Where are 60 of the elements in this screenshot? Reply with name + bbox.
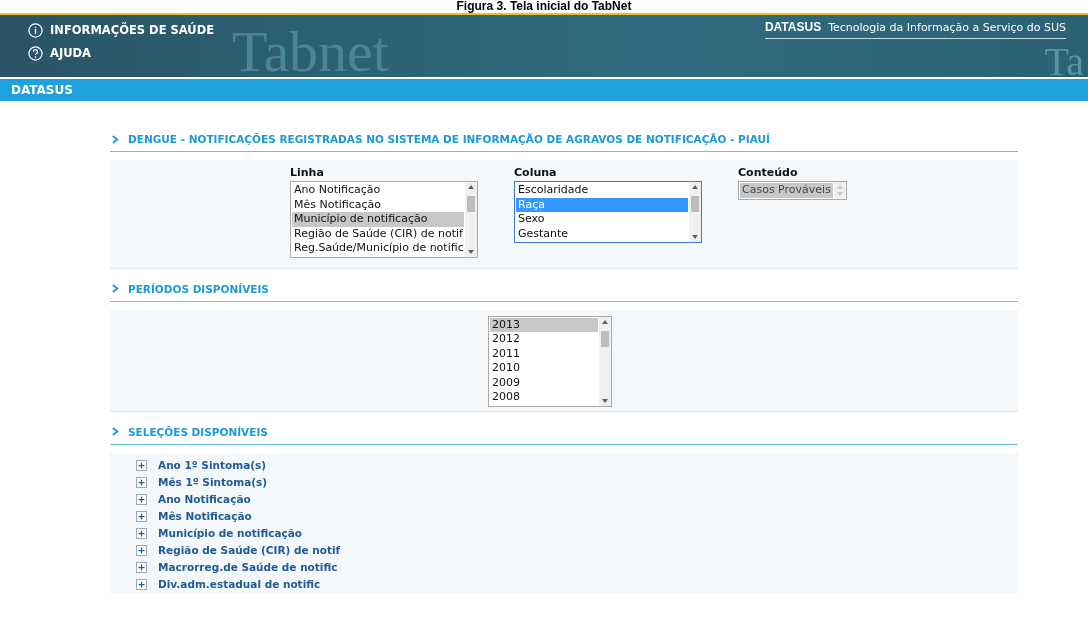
tree-item[interactable]: Região de Saúde (CIR) de notif	[158, 544, 341, 556]
menu-link[interactable]: INFORMAÇÕES DE SAÚDE	[28, 22, 215, 39]
tree-item[interactable]: Município de notificação	[158, 527, 303, 539]
tree-item[interactable]: Mês Notificação	[158, 510, 252, 522]
scroll-up-icon[interactable]	[467, 184, 475, 190]
list-option[interactable]: 2008	[490, 390, 598, 405]
list-option[interactable]: Município de notificação	[292, 212, 464, 227]
list-option[interactable]: Gestante	[516, 226, 688, 241]
tree-item[interactable]: Macrorreg.de Saúde de notific	[158, 561, 338, 573]
help-icon	[28, 46, 43, 61]
scroll-thumb[interactable]	[467, 196, 475, 212]
expand-icon[interactable]	[136, 510, 147, 522]
list-option[interactable]: Mês Notificação	[292, 197, 464, 212]
list-label: Conteúdo	[738, 166, 799, 179]
expand-icon[interactable]	[136, 578, 147, 590]
list-label: Coluna	[514, 166, 558, 179]
list-option[interactable]: Escolaridade	[516, 183, 688, 198]
expand-icon[interactable]	[136, 561, 147, 573]
chevron-icon	[112, 427, 119, 436]
scroll-thumb[interactable]	[601, 330, 609, 347]
tagline: Tecnologia da Informação a Serviço do SUS	[828, 21, 1066, 34]
list-box[interactable]: Escolaridade Raça Sexo Gestante	[514, 181, 702, 243]
info-icon	[28, 23, 43, 38]
expand-icon[interactable]	[136, 459, 147, 471]
list-option[interactable]: Ano Notificação	[292, 183, 464, 198]
scroll-thumb[interactable]	[691, 196, 699, 212]
tree-item[interactable]: Ano 1º Sintoma(s)	[158, 459, 267, 471]
scroll-down-icon[interactable]	[691, 234, 699, 240]
list-option[interactable]: 2011	[490, 346, 598, 361]
expand-icon[interactable]	[136, 527, 147, 539]
list-label: Linha	[290, 166, 325, 179]
section-title: PERÍODOS DISPONÍVEIS	[128, 282, 269, 295]
list-option[interactable]: 2010	[490, 361, 598, 376]
chevron-icon	[112, 134, 119, 144]
chevron-icon	[112, 284, 119, 293]
section-title: DENGUE - NOTIFICAÇÕES REGISTRADAS NO SISTEMA DE INFORMAÇÃO DE AGRAVOS DE NOTIFICAÇÃO - PIAUÍ	[128, 133, 770, 145]
scroll-up-icon[interactable]	[691, 184, 699, 190]
scrollbar[interactable]	[599, 316, 611, 406]
menu-link[interactable]: AJUDA	[28, 45, 215, 62]
list-option[interactable]: Região de Saúde (CIR) de notif	[292, 226, 464, 241]
scroll-down-icon[interactable]	[601, 397, 609, 404]
tree-item[interactable]: Mês 1º Sintoma(s)	[158, 476, 268, 488]
tree-item[interactable]: Div.adm.estadual de notific	[158, 578, 321, 590]
expand-icon[interactable]	[136, 493, 147, 505]
tree-item[interactable]: Ano Notificação	[158, 493, 251, 505]
list-option[interactable]: 2013	[490, 317, 598, 332]
expand-icon[interactable]	[136, 476, 147, 488]
list-option[interactable]: 2009	[490, 375, 598, 390]
section-title: SELEÇÕES DISPONÍVEIS	[128, 425, 268, 438]
list-option[interactable]: Sexo	[516, 212, 688, 227]
scrollbar[interactable]	[689, 182, 701, 242]
list-option[interactable]: Reg.Saúde/Município de notific	[292, 241, 464, 256]
scrollbar[interactable]	[465, 182, 477, 257]
brand-name: DATASUS	[764, 20, 822, 34]
scroll-up-icon[interactable]	[601, 318, 609, 325]
list-option[interactable]: 2012	[490, 332, 598, 347]
expand-icon[interactable]	[136, 544, 147, 556]
list-box[interactable]: 2013 2012 2011 2010 2009 2008	[488, 315, 612, 407]
list-box[interactable]: Ano Notificação Mês Notificação Município de notificação Região de Saúde (CIR) de notif Reg.Saúde/Município de notific	[290, 181, 478, 258]
scroll-down-icon[interactable]	[467, 248, 475, 255]
